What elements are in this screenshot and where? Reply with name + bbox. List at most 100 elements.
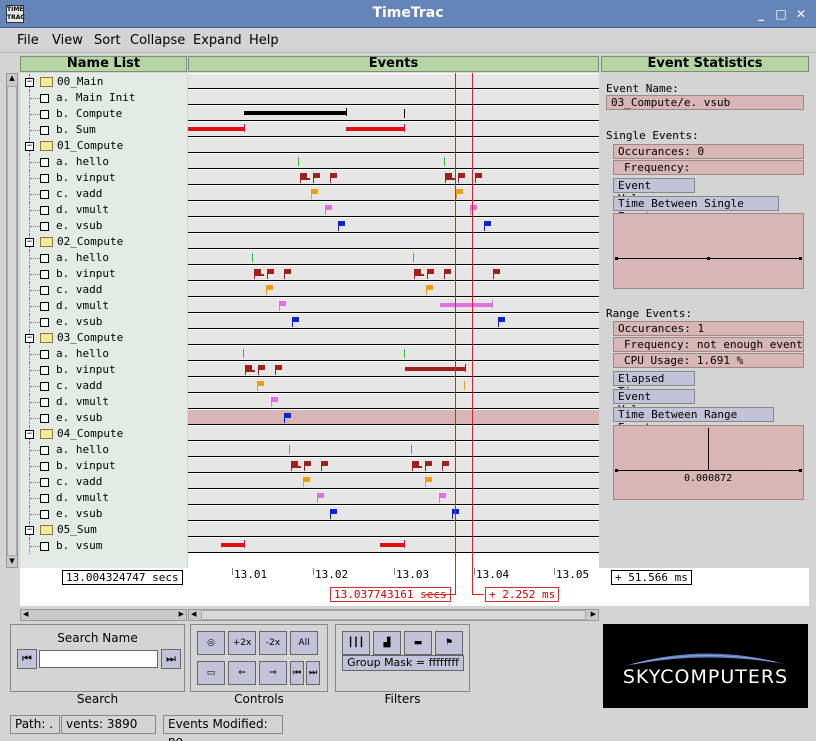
tree-item[interactable]: b. vsum: [20, 538, 187, 554]
checkbox[interactable]: [40, 350, 49, 359]
checkbox[interactable]: [40, 366, 49, 375]
event-flag[interactable]: [453, 509, 459, 514]
tree-group[interactable]: − 04_Compute: [20, 426, 187, 442]
event-row[interactable]: [188, 458, 599, 473]
collapse-icon[interactable]: −: [25, 334, 34, 343]
filter-histogram-icon[interactable]: ▟: [373, 631, 401, 655]
tree-item[interactable]: b. vinput: [20, 362, 187, 378]
collapse-icon[interactable]: −: [25, 430, 34, 439]
event-flag[interactable]: [276, 365, 282, 370]
tree-item[interactable]: c. vadd: [20, 378, 187, 394]
zoom-all-icon[interactable]: All: [290, 631, 318, 655]
event-row[interactable]: [188, 410, 599, 425]
event-flag[interactable]: [312, 189, 318, 194]
event-flag[interactable]: [457, 189, 463, 194]
event-flag[interactable]: [485, 221, 491, 226]
event-row[interactable]: [188, 250, 599, 265]
menu-view[interactable]: View: [52, 33, 83, 48]
event-flag[interactable]: [304, 477, 310, 482]
event-row[interactable]: [188, 266, 599, 281]
event-range-bar[interactable]: [405, 367, 465, 371]
event-flag[interactable]: [427, 285, 433, 290]
event-row[interactable]: [188, 282, 599, 297]
tree-group[interactable]: − 01_Compute: [20, 138, 187, 154]
event-row[interactable]: [188, 394, 599, 409]
checkbox[interactable]: [40, 94, 49, 103]
group-mask-button[interactable]: Group Mask = ffffffff: [342, 655, 464, 671]
event-row[interactable]: [188, 330, 599, 345]
maximize-icon[interactable]: □: [774, 7, 788, 21]
checkbox[interactable]: [40, 542, 49, 551]
checkbox[interactable]: [40, 270, 49, 279]
event-tick[interactable]: [411, 445, 412, 454]
scroll-right-icon[interactable]: ▶: [591, 610, 596, 618]
pan-right-icon[interactable]: ⇒: [259, 661, 287, 685]
event-flag[interactable]: [322, 461, 328, 466]
tree-item[interactable]: b. Sum: [20, 122, 187, 138]
event-row[interactable]: [188, 234, 599, 249]
event-row[interactable]: [188, 378, 599, 393]
filter-events-icon[interactable]: ⚑: [435, 631, 463, 655]
event-flag[interactable]: [258, 381, 264, 386]
event-flag[interactable]: [268, 269, 274, 274]
event-flag[interactable]: [272, 397, 278, 402]
event-range-bar[interactable]: [188, 127, 244, 131]
tree-item[interactable]: e. vsub: [20, 410, 187, 426]
menu-collapse[interactable]: Collapse: [130, 33, 185, 48]
filter-range-icon[interactable]: ▬: [404, 631, 432, 655]
event-tick[interactable]: [289, 445, 290, 454]
event-row[interactable]: [188, 170, 599, 185]
search-next-icon[interactable]: ⏭: [161, 649, 181, 669]
checkbox[interactable]: [40, 398, 49, 407]
event-tick[interactable]: [243, 349, 244, 358]
cursor-line-primary[interactable]: [455, 73, 456, 595]
range-event-values-button[interactable]: Event Values: [613, 389, 695, 416]
event-flag[interactable]: [285, 413, 291, 418]
event-row[interactable]: [188, 138, 599, 153]
time-between-range-button[interactable]: Time Between Range Events: [613, 407, 774, 434]
collapse-icon[interactable]: −: [25, 526, 34, 535]
tree-group[interactable]: − 02_Compute: [20, 234, 187, 250]
time-between-single-button[interactable]: Time Between Single Events: [613, 196, 779, 223]
checkbox[interactable]: [40, 414, 49, 423]
event-row[interactable]: [188, 202, 599, 217]
tree-item[interactable]: e. vsub: [20, 218, 187, 234]
tree-item[interactable]: e. vsub: [20, 314, 187, 330]
tree-item[interactable]: b. vinput: [20, 458, 187, 474]
event-tick[interactable]: [404, 109, 405, 118]
collapse-icon[interactable]: −: [25, 78, 34, 87]
event-row[interactable]: [188, 186, 599, 201]
checkbox[interactable]: [40, 190, 49, 199]
event-flag[interactable]: [331, 509, 337, 514]
event-range-bar[interactable]: [244, 111, 346, 115]
tree-item[interactable]: b. Compute: [20, 106, 187, 122]
checkbox[interactable]: [40, 462, 49, 471]
event-flag[interactable]: [326, 205, 332, 210]
checkbox[interactable]: [40, 174, 49, 183]
event-flag[interactable]: [339, 221, 345, 226]
event-flag[interactable]: [440, 493, 446, 498]
event-row[interactable]: [188, 442, 599, 457]
event-flag[interactable]: [280, 301, 286, 306]
event-flag[interactable]: [459, 173, 465, 178]
event-row[interactable]: [188, 154, 599, 169]
event-flag[interactable]: [443, 461, 449, 466]
scroll-right-icon[interactable]: ▶: [179, 610, 184, 618]
tree-item[interactable]: c. vadd: [20, 474, 187, 490]
collapse-icon[interactable]: −: [25, 142, 34, 151]
scroll-up-icon[interactable]: ▲: [7, 74, 17, 84]
event-row[interactable]: [188, 90, 599, 105]
zoom-out-icon[interactable]: -2x: [259, 631, 287, 655]
minimize-icon[interactable]: _: [754, 7, 768, 21]
range-select-icon[interactable]: ▭: [197, 661, 225, 685]
event-row[interactable]: [188, 218, 599, 233]
menu-expand[interactable]: Expand: [193, 33, 242, 48]
elapsed-time-button[interactable]: Elapsed Time: [613, 371, 695, 398]
event-flag[interactable]: [331, 173, 337, 178]
search-input[interactable]: [39, 650, 158, 668]
tree-item[interactable]: a. Main Init: [20, 90, 187, 106]
event-tick[interactable]: [252, 253, 253, 262]
event-flag[interactable]: [314, 173, 320, 178]
checkbox[interactable]: [40, 494, 49, 503]
checkbox[interactable]: [40, 286, 49, 295]
